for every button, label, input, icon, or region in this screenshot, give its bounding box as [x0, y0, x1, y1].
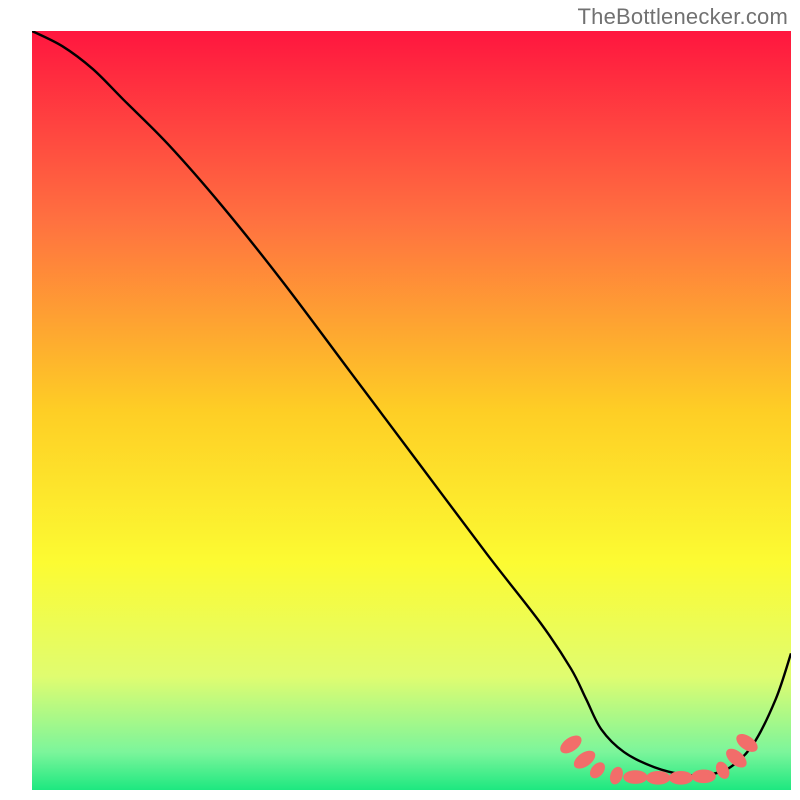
- curve-marker: [692, 770, 716, 784]
- curve-marker: [646, 771, 670, 785]
- curve-marker: [669, 771, 693, 785]
- plot-area: [32, 31, 791, 790]
- gradient-background: [32, 31, 791, 790]
- curve-marker: [623, 770, 647, 784]
- bottleneck-chart: [0, 0, 800, 800]
